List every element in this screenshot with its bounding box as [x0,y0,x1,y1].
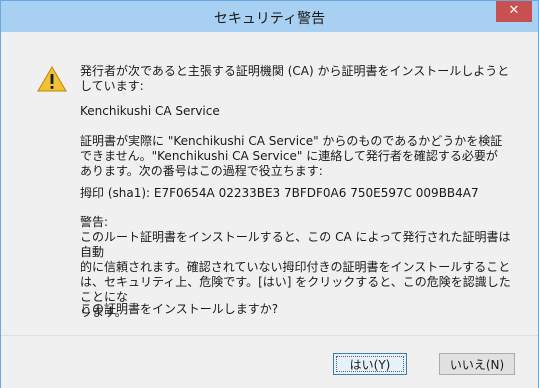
dialog-title: セキュリティ警告 [213,11,326,27]
no-button-label: いいえ(N) [449,358,505,372]
verify-text: 証明書が実際に "Kenchikushi CA Service" からのものであ… [80,134,503,178]
intro-text: 発行者が次であると主張する証明機関 (CA) から証明書をインストールしようと … [80,64,510,93]
title-bar[interactable]: セキュリティ警告 ✕ [1,1,538,32]
yes-button[interactable]: はい(Y) [333,353,407,375]
security-warning-dialog: セキュリティ警告 ✕ 発行者が次であると主張する証明機関 (CA) から証明書を… [0,0,539,388]
warning-triangle-icon [37,66,67,92]
dialog-content: 発行者が次であると主張する証明機関 (CA) から証明書をインストールしようと … [1,32,538,335]
no-button[interactable]: いいえ(N) [439,353,515,375]
close-button[interactable]: ✕ [496,1,532,22]
yes-button-label: はい(Y) [349,358,391,372]
install-question: この証明書をインストールしますか? [80,302,279,316]
thumbprint-text: 拇印 (sha1): E7F0654A 02233BE3 7BFDF0A6 75… [80,186,479,200]
issuer-name: Kenchikushi CA Service [80,104,220,118]
close-icon: ✕ [508,3,520,18]
